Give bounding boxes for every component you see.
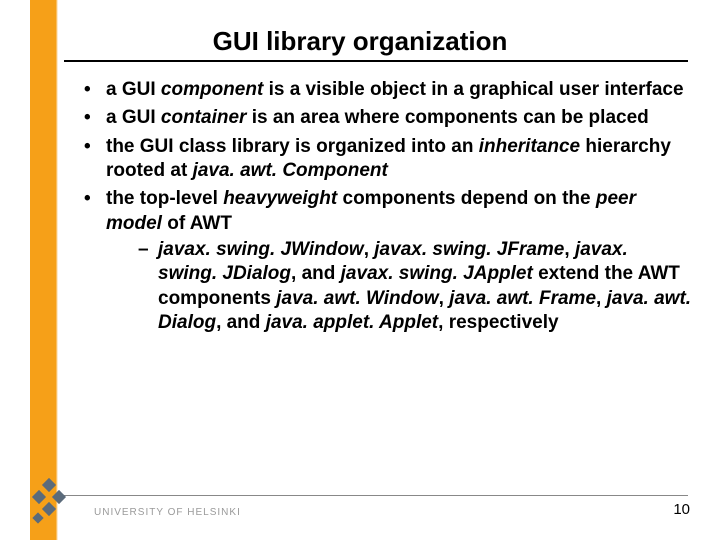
text: , [596, 288, 607, 309]
accent-side-bar [30, 0, 58, 540]
bullet-item: the GUI class library is organized into … [78, 135, 692, 184]
slide: GUI library organization a GUI component… [0, 0, 720, 540]
text: is a visible object in a graphical user … [263, 79, 683, 100]
page-number: 10 [673, 501, 690, 518]
footer-org: UNIVERSITY OF HELSINKI [94, 507, 241, 518]
text: , [564, 239, 575, 260]
emphasis: javax. swing. JApplet [341, 263, 533, 284]
emphasis: container [161, 107, 247, 128]
text: , and [291, 263, 341, 284]
text: the top-level [106, 188, 223, 209]
emphasis: inheritance [479, 136, 580, 157]
text: , respectively [438, 312, 558, 333]
emphasis: heavyweight [223, 188, 337, 209]
bullet-item: a GUI container is an area where compone… [78, 106, 692, 130]
text: is an area where components can be place… [246, 107, 648, 128]
emphasis: javax. swing. JFrame [374, 239, 564, 260]
footer-rule [64, 495, 688, 496]
emphasis: javax. swing. JWindow [158, 239, 364, 260]
emphasis: java. awt. Window [276, 288, 438, 309]
bullet-item: the top-level heavyweight components dep… [78, 187, 692, 335]
text: components depend on the [337, 188, 596, 209]
sub-list: javax. swing. JWindow, javax. swing. JFr… [106, 238, 692, 335]
emphasis: java. applet. Applet [266, 312, 438, 333]
title-underline [64, 60, 688, 62]
text: , and [216, 312, 266, 333]
sub-item: javax. swing. JWindow, javax. swing. JFr… [106, 238, 692, 335]
text: of AWT [162, 213, 232, 234]
slide-title: GUI library organization [0, 26, 720, 57]
text: the GUI class library is organized into … [106, 136, 479, 157]
slide-body: a GUI component is a visible object in a… [78, 78, 692, 339]
text: a GUI [106, 79, 161, 100]
bullet-list: a GUI component is a visible object in a… [78, 78, 692, 335]
bullet-item: a GUI component is a visible object in a… [78, 78, 692, 102]
emphasis: component [161, 79, 263, 100]
emphasis: java. awt. Component [193, 160, 388, 181]
text: , [439, 288, 450, 309]
emphasis: java. awt. Frame [449, 288, 596, 309]
university-logo-icon [26, 476, 74, 524]
text: , [364, 239, 375, 260]
text: a GUI [106, 107, 161, 128]
